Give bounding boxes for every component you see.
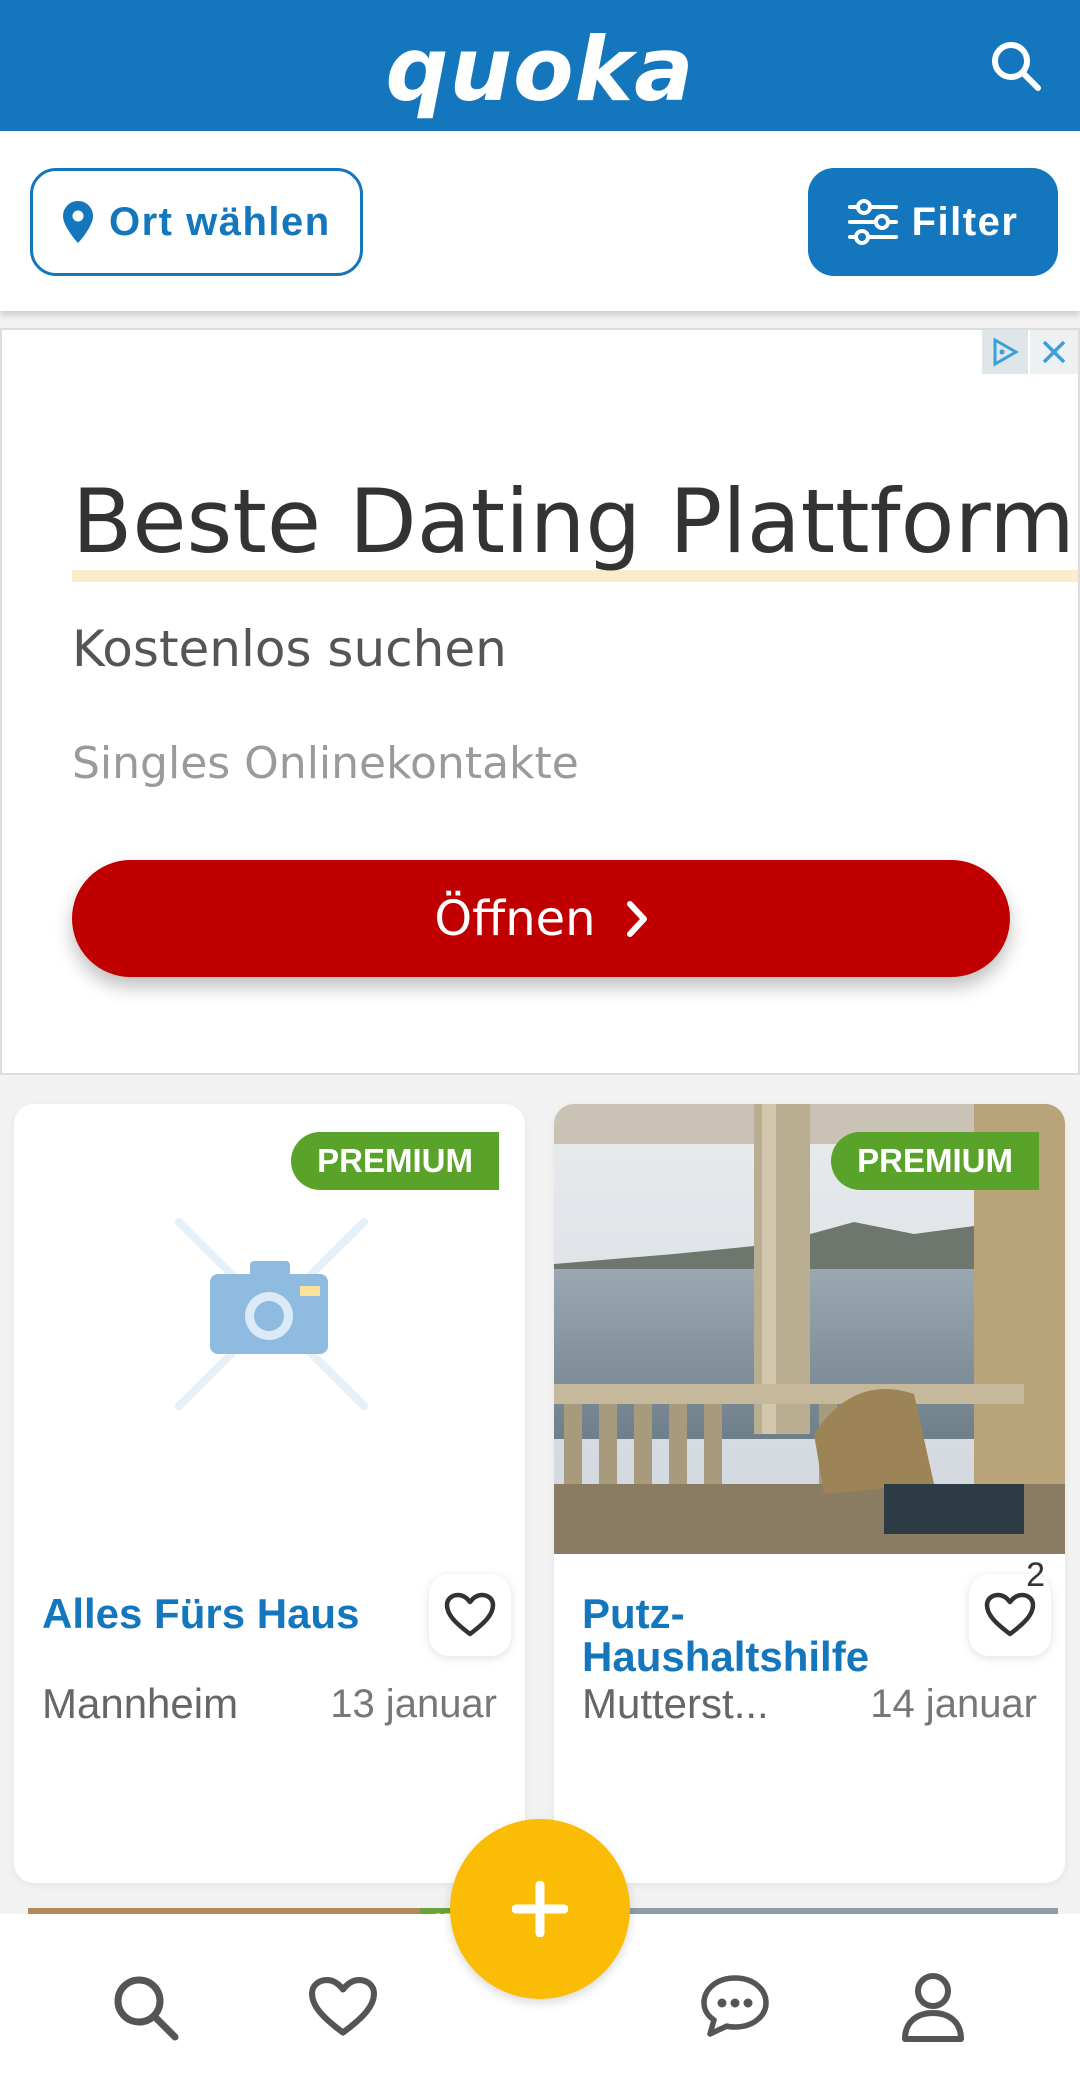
premium-badge: PREMIUM (831, 1132, 1039, 1190)
listing-location: Mannheim (42, 1680, 239, 1727)
user-icon (902, 1973, 964, 2042)
heart-icon (444, 1592, 496, 1637)
listing-title[interactable]: Putz-Haushaltshilfe (582, 1592, 962, 1678)
heart-icon (309, 1977, 377, 2036)
nav-profile[interactable] (888, 1962, 978, 2052)
premium-badge: PREMIUM (291, 1132, 499, 1190)
advertisement[interactable]: Beste Dating Plattform Kostenlos suchen … (0, 328, 1080, 1075)
listing-card[interactable]: PREMIUM Alles Fürs Haus Mannheim 13 janu… (14, 1104, 525, 1883)
filter-button[interactable]: Filter (808, 168, 1058, 276)
chat-icon (701, 1975, 769, 2037)
ad-subtitle: Kostenlos suchen (72, 620, 507, 678)
filter-label: Filter (911, 199, 1019, 244)
search-button[interactable] (988, 38, 1044, 94)
listing-location: Mutterst... (582, 1680, 769, 1727)
nav-messages[interactable] (690, 1962, 780, 2052)
listing-card[interactable]: PREMIUM Putz-Haushaltshilfe 2 Mutterst..… (554, 1104, 1065, 1883)
ad-open-button[interactable]: Öffnen (72, 860, 1010, 977)
favorite-count: 2 (1026, 1556, 1045, 1594)
chevron-right-icon (626, 900, 647, 937)
ad-choices[interactable] (982, 330, 1078, 374)
map-pin-icon (63, 201, 93, 243)
location-button[interactable]: Ort wählen (30, 168, 363, 276)
filter-toolbar: Ort wählen Filter (0, 131, 1080, 311)
favorite-button[interactable] (429, 1574, 511, 1656)
close-icon[interactable] (1030, 330, 1078, 374)
listing-date: 14 januar (870, 1682, 1037, 1726)
nav-search[interactable] (100, 1962, 190, 2052)
ad-cta-label: Öffnen (434, 890, 596, 947)
listing-title[interactable]: Alles Fürs Haus (42, 1592, 422, 1635)
search-icon (114, 1976, 179, 2041)
plus-icon (512, 1881, 568, 1937)
quoka-logo[interactable]: quoka (0, 18, 1080, 121)
ad-title: Beste Dating Plattform (72, 470, 1075, 573)
listing-date: 13 januar (330, 1682, 497, 1726)
location-label: Ort wählen (109, 199, 331, 244)
app-header: quoka (0, 0, 1080, 131)
favorite-button[interactable]: 2 (969, 1556, 1051, 1656)
heart-icon (984, 1592, 1036, 1637)
add-listing-button[interactable] (450, 1819, 630, 1999)
search-icon (992, 42, 1041, 91)
adchoices-icon[interactable] (982, 330, 1028, 374)
nav-favorites[interactable] (298, 1962, 388, 2052)
sliders-icon (847, 199, 898, 245)
ad-tagline: Singles Onlinekontakte (72, 738, 579, 789)
